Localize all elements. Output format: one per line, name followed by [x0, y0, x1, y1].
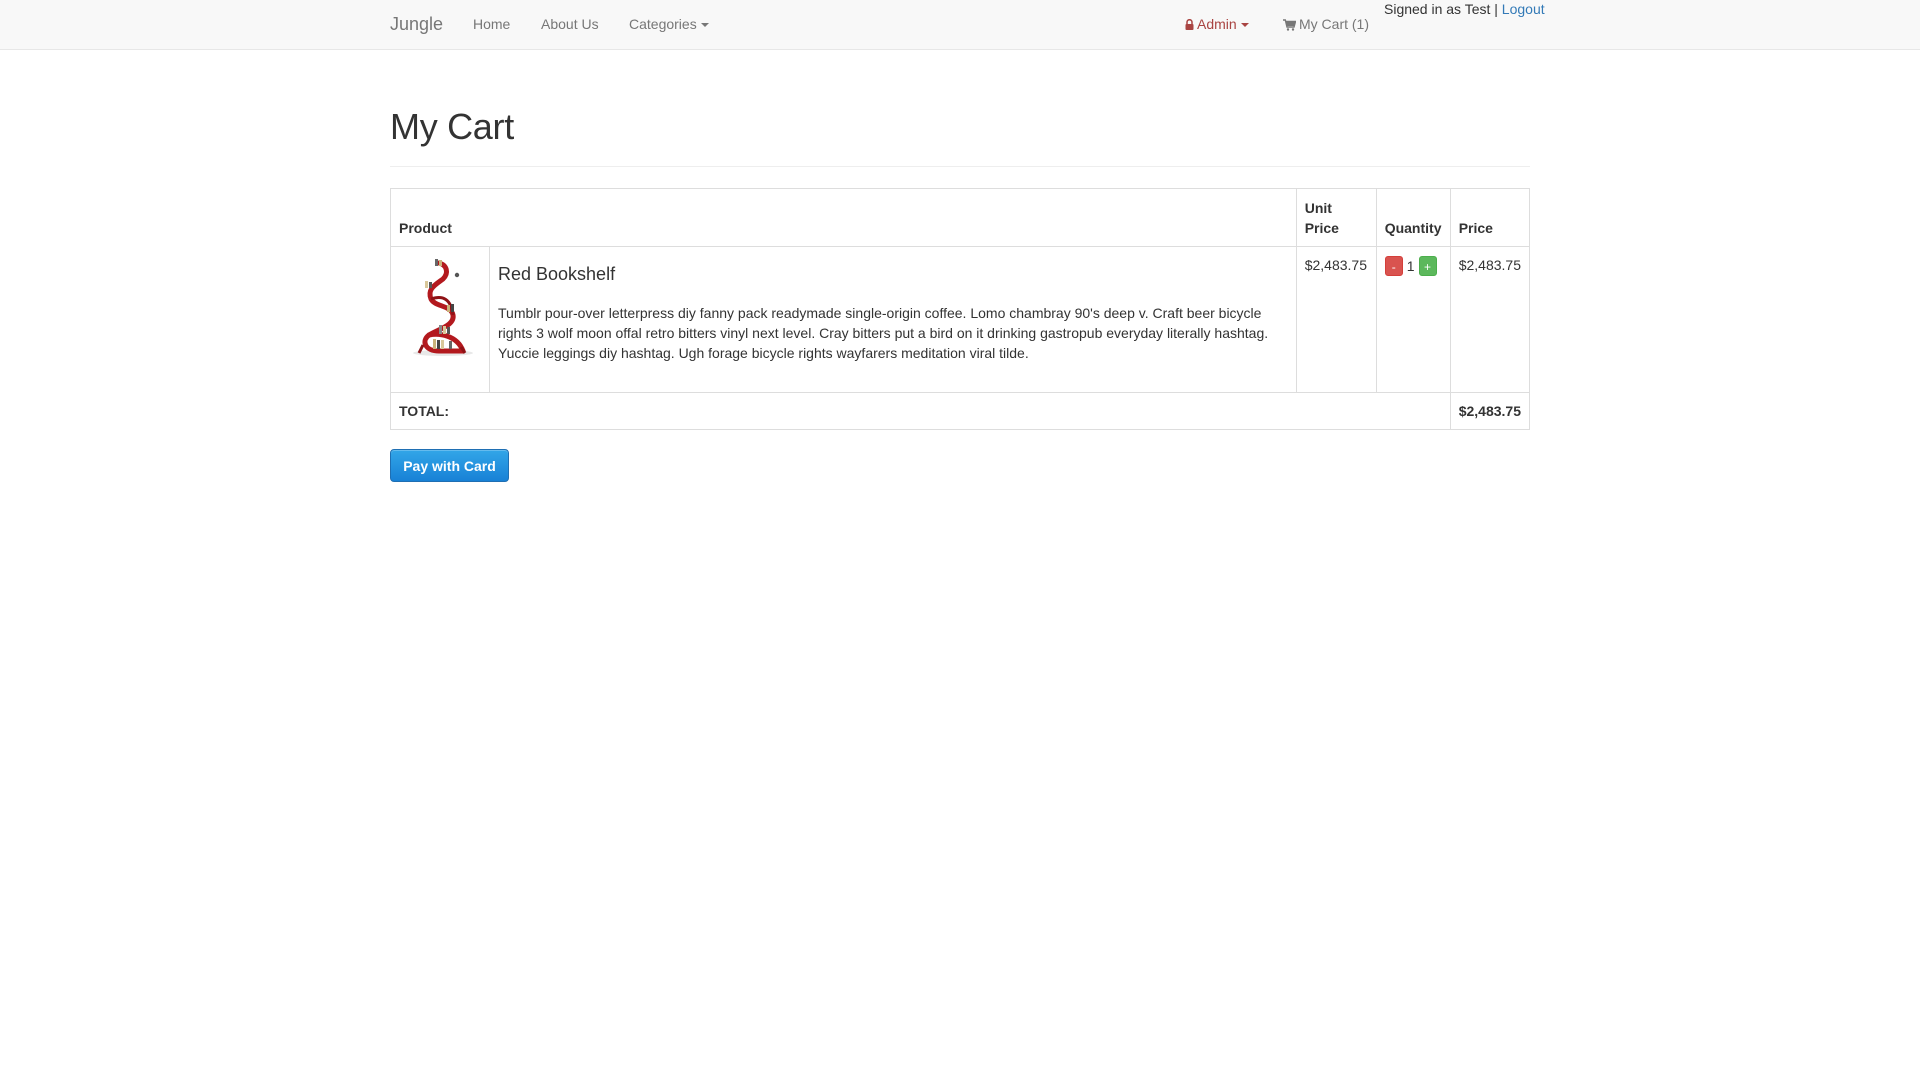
nav-home-link[interactable]: Home — [473, 16, 510, 32]
page-title: My Cart — [390, 106, 514, 147]
lock-icon — [1185, 17, 1194, 33]
shopping-cart-icon — [1283, 18, 1297, 34]
total-value: $2,483.75 — [1449, 392, 1531, 430]
quantity-stepper: -1 + — [1384, 255, 1442, 277]
total-row: TOTAL: $2,483.75 — [390, 392, 1531, 430]
line-price: $2,483.75 — [1449, 246, 1531, 393]
caret-down-icon — [700, 23, 709, 28]
nav-categories-label: Categories — [629, 16, 697, 32]
nav-categories-dropdown[interactable]: Categories — [629, 16, 709, 32]
table-header-row: Product Unit Price Quantity Price — [390, 188, 1531, 247]
signed-in-text: Signed in as Test — [1384, 1, 1491, 17]
product-image-cell — [390, 246, 490, 393]
caret-down-icon — [1240, 23, 1249, 28]
nav-admin-dropdown[interactable]: Admin — [1185, 16, 1249, 33]
nav-cart-label: My Cart (1) — [1299, 16, 1369, 32]
header-quantity: Quantity — [1375, 188, 1451, 247]
table-row: Red Bookshelf Tumblr pour-over letterpre… — [390, 246, 1531, 393]
brand-link[interactable]: Jungle — [390, 14, 443, 35]
logout-link[interactable]: Logout — [1502, 1, 1545, 17]
navbar: Jungle Home About Us Categories Admin My… — [0, 0, 1920, 50]
quantity-value: 1 — [1406, 258, 1415, 275]
separator: | — [1494, 1, 1498, 17]
increment-quantity-button[interactable]: + — [1418, 256, 1437, 277]
total-label: TOTAL: — [390, 392, 1451, 430]
nav-admin-label: Admin — [1197, 16, 1237, 32]
nav-about-link[interactable]: About Us — [541, 16, 599, 32]
product-description: Tumblr pour-over letterpress diy fanny p… — [498, 305, 1269, 361]
cart-table: Product Unit Price Quantity Price Red Bo… — [390, 188, 1531, 430]
product-image — [413, 259, 473, 356]
nav-cart-link[interactable]: My Cart (1) — [1283, 16, 1369, 34]
product-info-cell: Red Bookshelf Tumblr pour-over letterpre… — [489, 246, 1297, 393]
decrement-quantity-button[interactable]: - — [1384, 256, 1403, 277]
header-unit-price: Unit Price — [1295, 188, 1377, 247]
unit-price: $2,483.75 — [1295, 246, 1377, 393]
quantity-cell: -1 + — [1375, 246, 1451, 393]
product-name: Red Bookshelf — [498, 264, 616, 284]
header-product: Product — [390, 188, 1297, 247]
title-divider — [390, 166, 1530, 167]
header-price: Price — [1449, 188, 1531, 247]
signed-in-status: Signed in as Test | Logout — [1384, 1, 1545, 17]
pay-with-card-button[interactable]: Pay with Card — [390, 449, 509, 482]
